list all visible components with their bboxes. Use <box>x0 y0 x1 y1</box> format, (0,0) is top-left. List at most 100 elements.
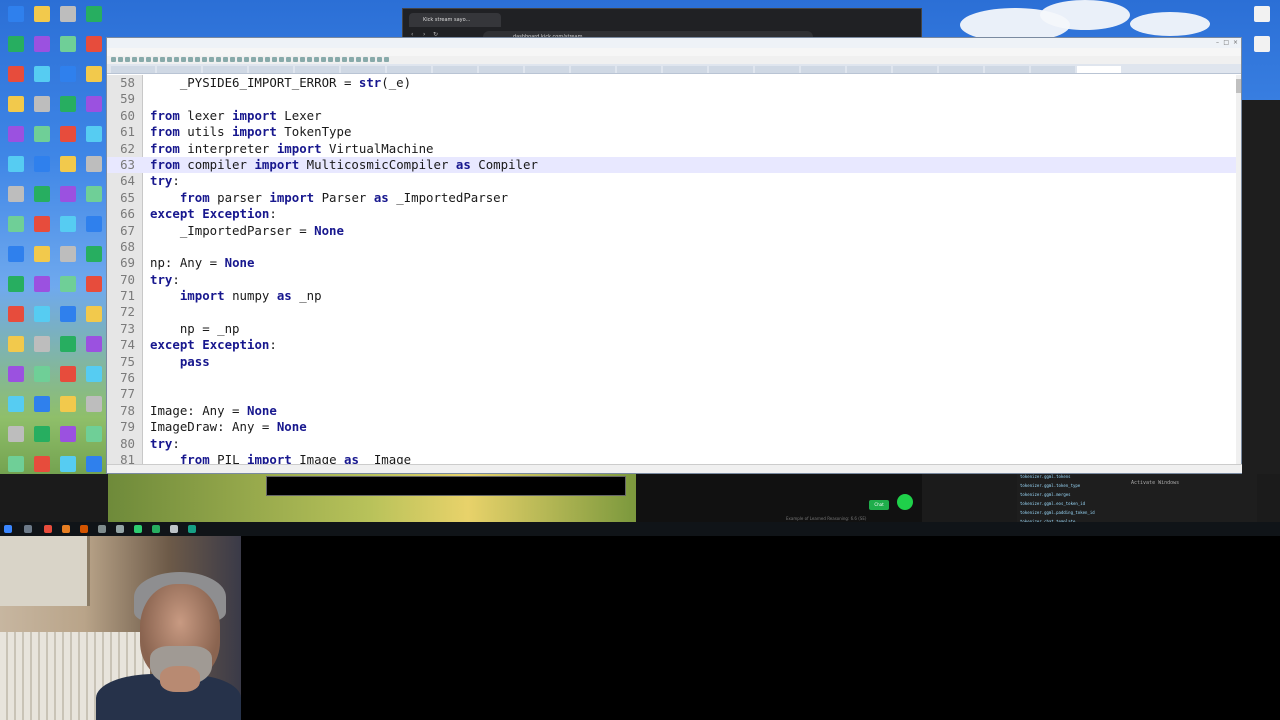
code-line[interactable]: 75 pass <box>107 354 1238 370</box>
desktop-shortcut-icon[interactable] <box>30 96 54 120</box>
desktop-shortcut-icon[interactable] <box>30 186 54 210</box>
toolbar-button[interactable] <box>314 57 319 62</box>
toolbar-button[interactable] <box>216 57 221 62</box>
desktop-shortcut-icon[interactable] <box>30 336 54 360</box>
toolbar-button[interactable] <box>384 57 389 62</box>
editor-file-tab[interactable] <box>479 66 523 73</box>
toolbar-button[interactable] <box>202 57 207 62</box>
code-line[interactable]: 69 np: Any = None <box>107 255 1238 271</box>
editor-file-tab[interactable] <box>939 66 983 73</box>
desktop-shortcut-icon[interactable] <box>82 426 106 450</box>
code-line[interactable]: 71 import numpy as _np <box>107 288 1238 304</box>
code-line[interactable]: 73 np = _np <box>107 321 1238 337</box>
toolbar-button[interactable] <box>279 57 284 62</box>
desktop-shortcut-icon[interactable] <box>82 156 106 180</box>
desktop-shortcut-icon[interactable] <box>56 426 80 450</box>
toolbar-button[interactable] <box>195 57 200 62</box>
desktop-shortcut-icon[interactable] <box>30 246 54 270</box>
desktop-shortcut-icon[interactable] <box>56 36 80 60</box>
toolbar-button[interactable] <box>209 57 214 62</box>
desktop-shortcut-icon[interactable] <box>56 246 80 270</box>
desktop-shortcut-icon[interactable] <box>56 306 80 330</box>
code-line[interactable]: 74 except Exception: <box>107 337 1238 353</box>
editor-file-tab[interactable] <box>249 66 293 73</box>
toolbar-button[interactable] <box>265 57 270 62</box>
toolbar-button[interactable] <box>349 57 354 62</box>
toolbar-button[interactable] <box>244 57 249 62</box>
desktop-shortcut-icon[interactable] <box>4 66 28 90</box>
desktop-shortcut-icon[interactable] <box>4 396 28 420</box>
code-line[interactable]: 61 from utils import TokenType <box>107 124 1238 140</box>
desktop-shortcut-icon[interactable] <box>82 186 106 210</box>
code-line[interactable]: 70 try: <box>107 272 1238 288</box>
app-icon[interactable] <box>98 525 106 533</box>
desktop-shortcut-icon[interactable] <box>82 6 106 30</box>
app-icon[interactable] <box>170 525 178 533</box>
desktop-shortcut-icon[interactable] <box>82 306 106 330</box>
code-line[interactable]: 66 except Exception: <box>107 206 1238 222</box>
code-line[interactable]: 62 from interpreter import VirtualMachine <box>107 141 1238 157</box>
desktop-shortcut-icon[interactable] <box>30 426 54 450</box>
browser-tab[interactable]: Kick stream sayo... <box>409 13 501 27</box>
desktop-shortcut-icon[interactable] <box>82 36 106 60</box>
editor-file-tab[interactable] <box>341 66 385 73</box>
desktop-shortcut-icon[interactable] <box>30 156 54 180</box>
code-line[interactable]: 65 from parser import Parser as _Importe… <box>107 190 1238 206</box>
maximize-icon[interactable]: □ <box>1223 39 1229 46</box>
code-line[interactable]: 68 <box>107 239 1238 255</box>
desktop-shortcut-icon[interactable] <box>30 276 54 300</box>
desktop-shortcut-icon[interactable] <box>56 336 80 360</box>
desktop-shortcut-icon[interactable] <box>30 216 54 240</box>
desktop-shortcut-icon[interactable] <box>30 6 54 30</box>
desktop-shortcut-icon[interactable] <box>56 96 80 120</box>
toolbar-button[interactable] <box>132 57 137 62</box>
toolbar-button[interactable] <box>251 57 256 62</box>
video-player[interactable] <box>636 474 922 522</box>
desktop-shortcut-icon[interactable] <box>56 216 80 240</box>
desktop-shortcut-icon[interactable] <box>82 336 106 360</box>
editor-file-tab[interactable] <box>1077 66 1121 73</box>
app-icon[interactable] <box>134 525 142 533</box>
desktop-shortcut-icon[interactable] <box>30 396 54 420</box>
desktop-shortcut-icon[interactable] <box>82 66 106 90</box>
desktop-shortcut-icon[interactable] <box>82 276 106 300</box>
editor-file-tab[interactable] <box>571 66 615 73</box>
toolbar-button[interactable] <box>321 57 326 62</box>
code-line[interactable]: 63 from compiler import MulticosmicCompil… <box>107 156 1238 174</box>
desktop-shortcut-icon[interactable] <box>4 36 28 60</box>
code-editor[interactable]: 58 _PYSIDE6_IMPORT_ERROR = str(_e) 59 60 fr… <box>107 75 1238 464</box>
toolbar-button[interactable] <box>153 57 158 62</box>
desktop-shortcut-icon[interactable] <box>1250 6 1274 30</box>
search-icon[interactable] <box>24 525 32 533</box>
app-icon[interactable] <box>44 525 52 533</box>
toolbar-button[interactable] <box>356 57 361 62</box>
desktop-shortcut-icon[interactable] <box>56 156 80 180</box>
desktop-shortcut-icon[interactable] <box>4 216 28 240</box>
editor-file-tab[interactable] <box>525 66 569 73</box>
toolbar-button[interactable] <box>335 57 340 62</box>
desktop-shortcut-icon[interactable] <box>4 366 28 390</box>
toolbar-button[interactable] <box>167 57 172 62</box>
toolbar-button[interactable] <box>139 57 144 62</box>
desktop-shortcut-icon[interactable] <box>1250 36 1274 60</box>
code-line[interactable]: 80 try: <box>107 436 1238 452</box>
toolbar-button[interactable] <box>370 57 375 62</box>
editor-file-tab[interactable] <box>709 66 753 73</box>
code-line[interactable]: 79 ImageDraw: Any = None <box>107 419 1238 435</box>
toolbar-button[interactable] <box>272 57 277 62</box>
code-line[interactable]: 59 <box>107 91 1238 107</box>
toolbar-button[interactable] <box>237 57 242 62</box>
toolbar-button[interactable] <box>111 57 116 62</box>
code-line[interactable]: 78 Image: Any = None <box>107 403 1238 419</box>
editor-file-tab[interactable] <box>847 66 891 73</box>
desktop-shortcut-icon[interactable] <box>56 366 80 390</box>
desktop-shortcut-icon[interactable] <box>82 366 106 390</box>
desktop-shortcut-icon[interactable] <box>82 216 106 240</box>
editor-file-tab[interactable] <box>157 66 201 73</box>
desktop-shortcut-icon[interactable] <box>4 336 28 360</box>
desktop-shortcut-icon[interactable] <box>56 126 80 150</box>
code-lines[interactable]: 58 _PYSIDE6_IMPORT_ERROR = str(_e) 59 60 fr… <box>107 75 1238 464</box>
desktop-shortcut-icon[interactable] <box>4 246 28 270</box>
minimize-icon[interactable]: – <box>1216 39 1219 46</box>
app-icon[interactable] <box>62 525 70 533</box>
